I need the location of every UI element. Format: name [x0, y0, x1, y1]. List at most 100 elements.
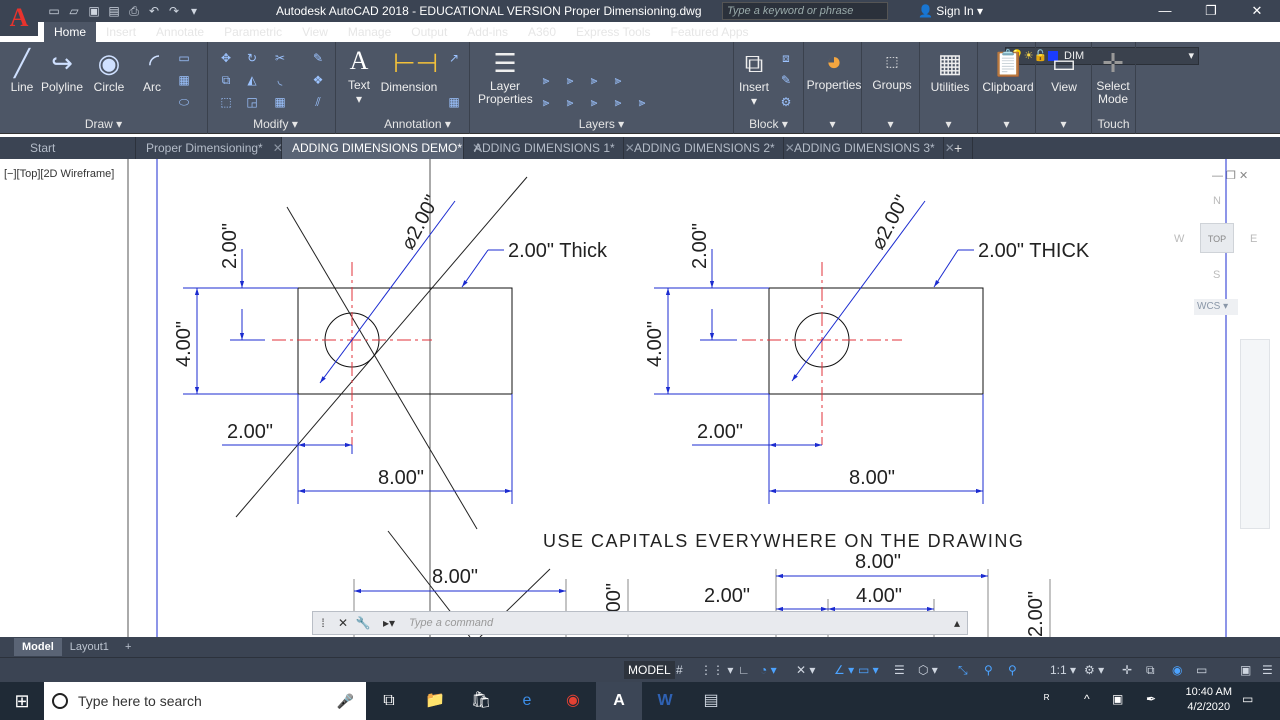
minimize-button[interactable]: —: [1142, 0, 1188, 22]
tab-insert[interactable]: Insert: [96, 22, 146, 42]
sign-in-link[interactable]: 👤 Sign In ▾: [918, 4, 983, 18]
layout-tab-model[interactable]: Model: [14, 638, 62, 656]
annotation-panel-title[interactable]: Annotation ▾: [336, 116, 469, 132]
command-input[interactable]: Type a command: [409, 617, 493, 629]
file-tab-adding-dimensions-2[interactable]: ADDING DIMENSIONS 2* ✕: [624, 137, 795, 159]
restore-button[interactable]: ❐: [1188, 0, 1234, 22]
units-icon[interactable]: ⧉: [1146, 663, 1155, 678]
file-tab-start[interactable]: Start: [0, 137, 136, 159]
new-tab-button[interactable]: +: [944, 137, 974, 159]
keyword-search-input[interactable]: Type a keyword or phrase: [722, 2, 888, 20]
app-icon[interactable]: ▤: [688, 682, 734, 720]
tab-parametric[interactable]: Parametric: [214, 22, 292, 42]
ellipse-icon[interactable]: ⬭: [176, 94, 192, 110]
task-view-icon[interactable]: ⧉: [366, 682, 412, 720]
tab-a360[interactable]: A360: [518, 22, 566, 42]
taskbar-search-box[interactable]: Type here to search 🎤: [44, 682, 366, 720]
properties-panel-expander[interactable]: ▾: [804, 116, 861, 132]
hatch-icon[interactable]: ▦: [176, 72, 192, 88]
tab-annotate[interactable]: Annotate: [146, 22, 214, 42]
layout-tab-layout1[interactable]: Layout1: [62, 638, 117, 656]
circle-button[interactable]: ◉ Circle: [92, 48, 126, 94]
layer-tool-4-icon[interactable]: ⫸: [610, 72, 626, 88]
file-tab-adding-dimensions-demo[interactable]: ADDING DIMENSIONS DEMO* ✕: [282, 137, 482, 159]
mirror-icon[interactable]: ◭: [244, 72, 260, 88]
rectangle-icon[interactable]: ▭: [176, 50, 192, 66]
microphone-icon[interactable]: 🎤: [337, 693, 354, 710]
viewcube-e[interactable]: E: [1250, 233, 1257, 245]
lineweight-icon[interactable]: ☰: [894, 663, 905, 677]
trim-icon[interactable]: ✂: [272, 50, 288, 66]
drawing-canvas[interactable]: [−][Top][2D Wireframe] 2.00" 4.00" ⌀2.00…: [0, 159, 1280, 637]
tab-featured-apps[interactable]: Featured Apps: [661, 22, 759, 42]
viewcube-w[interactable]: W: [1174, 233, 1184, 245]
arc-button[interactable]: ◜ Arc: [138, 48, 166, 94]
layer-tool-6-icon[interactable]: ⫸: [562, 94, 578, 110]
customization-icon[interactable]: ☰: [1262, 663, 1273, 677]
close-button[interactable]: ✕: [1234, 0, 1280, 22]
stretch-icon[interactable]: ⬚: [218, 94, 234, 110]
layer-tool-8-icon[interactable]: ⫸: [610, 94, 626, 110]
command-expand-icon[interactable]: ▴: [947, 612, 967, 634]
viewport-window-controls[interactable]: — ❐ ✕: [1212, 169, 1248, 182]
multileader-icon[interactable]: ↗: [446, 50, 462, 66]
layer-tool-3-icon[interactable]: ⫸: [586, 72, 602, 88]
file-tab-proper-dimensioning[interactable]: Proper Dimensioning* ✕: [136, 137, 283, 159]
store-icon[interactable]: 🛍: [458, 682, 504, 720]
tab-add-ins[interactable]: Add-ins: [457, 22, 518, 42]
undo-icon[interactable]: ↶: [146, 3, 162, 19]
autocad-logo-icon[interactable]: A: [0, 0, 38, 36]
windows-start-icon[interactable]: ⊞: [0, 682, 44, 720]
clipboard-button[interactable]: 📋 Clipboard: [980, 48, 1036, 94]
file-tab-adding-dimensions-1[interactable]: ADDING DIMENSIONS 1* ✕: [464, 137, 635, 159]
viewcube-top[interactable]: TOP: [1200, 223, 1234, 253]
grip-icon[interactable]: ⁞: [313, 612, 333, 634]
tab-manage[interactable]: Manage: [338, 22, 401, 42]
open-icon[interactable]: ▱: [66, 3, 82, 19]
block-panel-title[interactable]: Block ▾: [734, 116, 803, 132]
snap-icon[interactable]: ⋮⋮ ▾: [700, 663, 733, 677]
isolate-objects-icon[interactable]: ◉: [1172, 663, 1182, 677]
add-layout-button[interactable]: +: [117, 638, 139, 656]
polyline-button[interactable]: ↪ Polyline: [40, 48, 84, 94]
notification-icon[interactable]: ▭: [1242, 692, 1253, 706]
people-icon[interactable]: ᴿ: [1044, 692, 1049, 706]
select-mode-button[interactable]: ✛ Select Mode: [1092, 48, 1134, 106]
ortho-icon[interactable]: ∟: [738, 663, 750, 677]
rotate-icon[interactable]: ↻: [244, 50, 260, 66]
view-panel-expander[interactable]: ▾: [1036, 116, 1091, 132]
explode-icon[interactable]: ❖: [310, 72, 326, 88]
transparency-icon[interactable]: ⬡ ▾: [918, 663, 938, 677]
copy-icon[interactable]: ⧉: [218, 72, 234, 88]
dimension-button[interactable]: ⊢⊣ Dimension: [380, 48, 439, 94]
viewcube-n[interactable]: N: [1213, 195, 1221, 207]
table-icon[interactable]: ▦: [446, 94, 462, 110]
customize-command-icon[interactable]: 🔧: [353, 612, 373, 634]
tray-chevron-icon[interactable]: ^: [1084, 692, 1090, 706]
layer-tool-5-icon[interactable]: ⫸: [538, 94, 554, 110]
block-attributes-icon[interactable]: ⚙: [778, 94, 794, 110]
annotation-monitor-icon[interactable]: ✛: [1122, 663, 1132, 677]
wcs-menu[interactable]: WCS ▾: [1194, 299, 1238, 315]
layer-tool-1-icon[interactable]: ⫸: [538, 72, 554, 88]
command-history-icon[interactable]: ▸▾: [379, 612, 399, 634]
object-snap-tracking-icon[interactable]: ∠ ▾: [834, 663, 854, 677]
file-explorer-icon[interactable]: 📁: [412, 682, 458, 720]
plot-icon[interactable]: ⎙: [126, 3, 142, 19]
isodraft-icon[interactable]: ✕ ▾: [796, 663, 815, 677]
new-icon[interactable]: ▭: [46, 3, 62, 19]
object-snap-icon[interactable]: ▭ ▾: [858, 663, 879, 677]
taskbar-clock[interactable]: 10:40 AM 4/2/2020: [1186, 685, 1232, 715]
erase-icon[interactable]: ✎: [310, 50, 326, 66]
save-as-icon[interactable]: ▤: [106, 3, 122, 19]
close-command-icon[interactable]: ✕: [333, 612, 353, 634]
draw-panel-title[interactable]: Draw ▾: [0, 116, 207, 132]
layer-tool-7-icon[interactable]: ⫸: [586, 94, 602, 110]
tab-view[interactable]: View: [292, 22, 338, 42]
view-button[interactable]: ▭ View: [1038, 48, 1090, 94]
utilities-panel-expander[interactable]: ▾: [920, 116, 977, 132]
move-icon[interactable]: ✥: [218, 50, 234, 66]
array-icon[interactable]: ▦: [272, 94, 288, 110]
layer-tool-2-icon[interactable]: ⫸: [562, 72, 578, 88]
edge-icon[interactable]: e: [504, 682, 550, 720]
